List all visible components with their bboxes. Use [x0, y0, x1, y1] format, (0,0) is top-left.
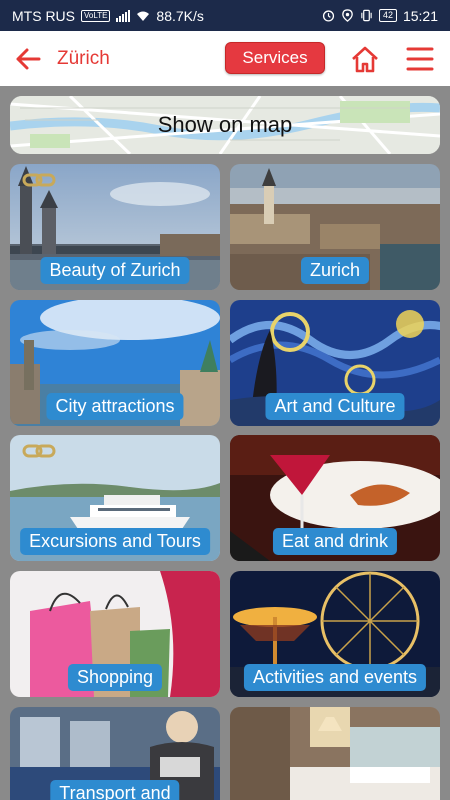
- tile-city-attractions[interactable]: City attractions: [10, 300, 220, 426]
- tile-label: Shopping: [67, 664, 163, 691]
- network-speed: 88.7K/s: [156, 7, 204, 24]
- volte-badge: VoLTE: [81, 9, 111, 22]
- tile-art-and-culture[interactable]: Art and Culture: [230, 300, 440, 426]
- vibrate-icon: [361, 9, 372, 22]
- tile-label: Beauty of Zurich: [40, 257, 190, 284]
- status-bar: MTS RUS VoLTE 88.7K/s 42 15:21: [0, 0, 450, 31]
- tile-label: Transport and: [50, 780, 180, 800]
- hamburger-menu-icon[interactable]: [406, 46, 434, 72]
- carrier-name: MTS RUS: [12, 7, 75, 24]
- tile-label: City attractions: [46, 393, 184, 420]
- wifi-icon: [137, 11, 150, 21]
- clock: 15:21: [402, 7, 438, 24]
- home-icon[interactable]: [350, 44, 380, 74]
- tile-zurich[interactable]: Zurich: [230, 164, 440, 290]
- tile-label: Art and Culture: [265, 393, 405, 420]
- show-on-map-card[interactable]: Show on map: [10, 96, 440, 154]
- tile-label: Excursions and Tours: [20, 528, 210, 555]
- tile-eat-and-drink[interactable]: Eat and drink: [230, 435, 440, 561]
- link-icon: [22, 173, 56, 187]
- services-button[interactable]: Services: [225, 42, 325, 74]
- map-label: Show on map: [157, 112, 293, 137]
- tile-activities-and-events[interactable]: Activities and events: [230, 571, 440, 697]
- tile-shopping[interactable]: Shopping: [10, 571, 220, 697]
- page-title: Zürich: [57, 48, 110, 69]
- tile-label: Zurich: [300, 257, 370, 284]
- signal-icon: [116, 9, 131, 22]
- tile-label: Eat and drink: [272, 528, 398, 555]
- location-icon: [342, 9, 353, 22]
- back-arrow-icon[interactable]: [14, 45, 42, 73]
- tile-beauty-of-zurich[interactable]: Beauty of Zurich: [10, 164, 220, 290]
- tile-accommodation[interactable]: [230, 707, 440, 800]
- hotel-room-image: [230, 707, 440, 800]
- link-icon: [22, 444, 56, 458]
- tile-transport[interactable]: Transport and: [10, 707, 220, 800]
- tile-label: Activities and events: [243, 664, 427, 691]
- tile-excursions-and-tours[interactable]: Excursions and Tours: [10, 435, 220, 561]
- alarm-icon: [322, 10, 335, 22]
- app-bar: Zürich Services: [0, 31, 450, 86]
- battery-indicator: 42: [378, 9, 397, 22]
